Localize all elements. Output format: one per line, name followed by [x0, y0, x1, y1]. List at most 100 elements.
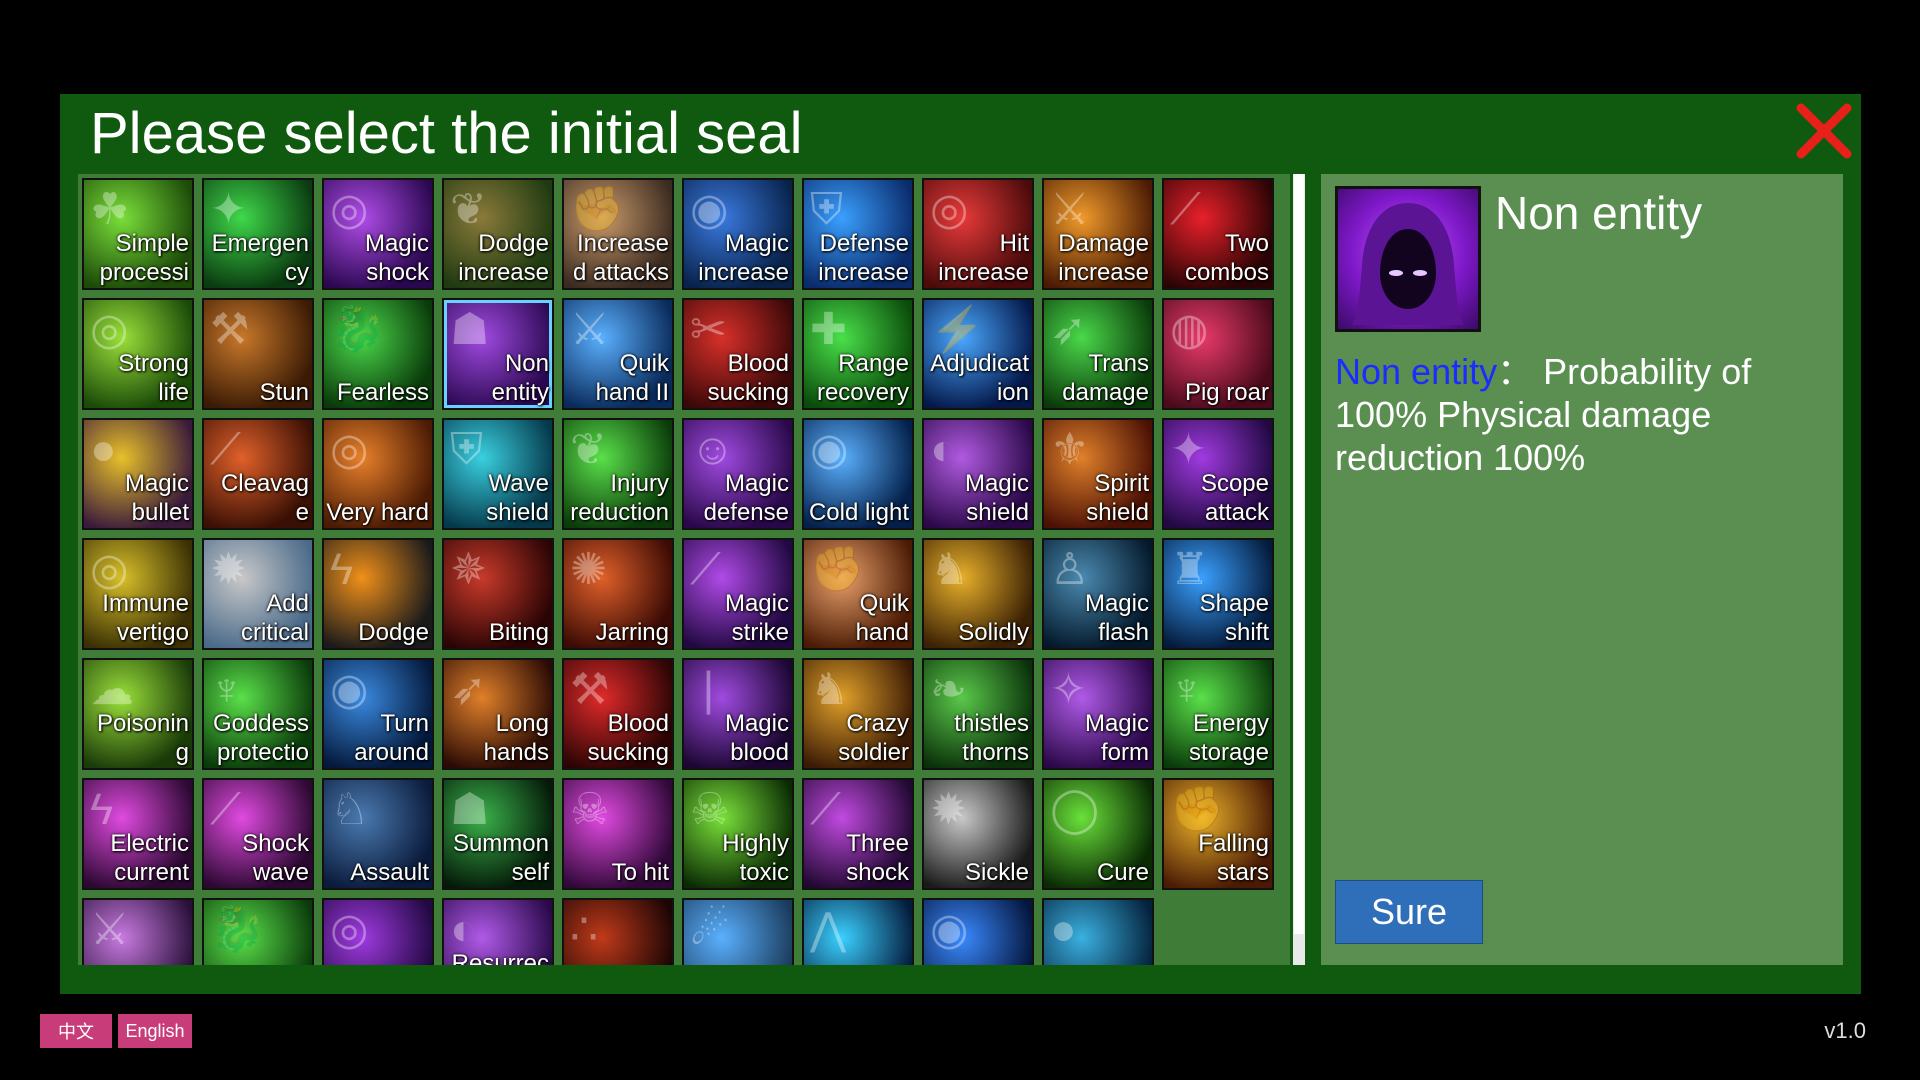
- skill-tile[interactable]: ◉ Cold light: [802, 418, 914, 530]
- skill-tile[interactable]: ♆ Goddess protectio: [202, 658, 314, 770]
- skill-label: Pig roar: [1184, 379, 1269, 406]
- skill-icon: ♆: [210, 665, 243, 714]
- skill-label: Stun: [259, 379, 309, 406]
- skill-tile[interactable]: ❧ thistles thorns: [922, 658, 1034, 770]
- skill-tile[interactable]: ⛨ Wave shield: [442, 418, 554, 530]
- skill-tile[interactable]: ϟ Dodge: [322, 538, 434, 650]
- skill-tile[interactable]: ⟋ Shock wave: [202, 778, 314, 890]
- skill-grid-scrollview[interactable]: ☘ Simple processi ✦ Emergen cy ◎ Magic shock ❦…: [78, 174, 1290, 965]
- skill-tile[interactable]: ✊ Quik hand: [802, 538, 914, 650]
- skill-icon: ⟋: [690, 545, 721, 594]
- skill-tile[interactable]: ◎Counter: [322, 898, 434, 965]
- skill-tile[interactable]: ◉ Magic increase: [682, 178, 794, 290]
- skill-tile[interactable]: ⋀: [802, 898, 914, 965]
- skill-tile[interactable]: ⟋ Cleavag e: [202, 418, 314, 530]
- skill-icon: ☘: [90, 185, 130, 234]
- skill-label: Dodge: [358, 619, 429, 646]
- skill-icon: ➶: [1050, 305, 1087, 354]
- skill-tile[interactable]: 🐉 Fearless: [322, 298, 434, 410]
- skill-tile[interactable]: ◐Resurrection: [442, 898, 554, 965]
- skill-tile[interactable]: ♙ Magic flash: [1042, 538, 1154, 650]
- skill-tile[interactable]: ☗ Summon self: [442, 778, 554, 890]
- skill-tile[interactable]: ◐ Magic shield: [922, 418, 1034, 530]
- skill-tile[interactable]: ◎ Very hard: [322, 418, 434, 530]
- language-english-button[interactable]: English: [118, 1014, 192, 1048]
- skill-tile[interactable]: ◍ Pig roar: [1162, 298, 1274, 410]
- skill-label: Cure: [1096, 859, 1149, 886]
- skill-icon: ☺: [690, 425, 735, 474]
- skill-tile[interactable]: 🐉Strong: [202, 898, 314, 965]
- skill-icon: 🐉: [330, 305, 385, 354]
- skill-tile[interactable]: ⚔Poison: [82, 898, 194, 965]
- skill-tile[interactable]: ☗ Non entity: [442, 298, 554, 410]
- skill-label: Magic shield: [964, 470, 1029, 526]
- skill-tile[interactable]: ❦ Dodge increase: [442, 178, 554, 290]
- skill-tile[interactable]: ♞ Solidly: [922, 538, 1034, 650]
- skill-tile[interactable]: ◉Angel: [922, 898, 1034, 965]
- version-label: v1.0: [1824, 1018, 1866, 1043]
- skill-tile[interactable]: ✊ Increase d attacks: [562, 178, 674, 290]
- skill-tile[interactable]: ◎ Strong life: [82, 298, 194, 410]
- skill-tile[interactable]: ☠ Highly toxic: [682, 778, 794, 890]
- skill-tile[interactable]: ◎ Immune vertigo: [82, 538, 194, 650]
- language-chinese-button[interactable]: 中文: [40, 1014, 112, 1048]
- skill-label: Resurrection: [451, 950, 549, 965]
- skill-tile[interactable]: ❦ Injury reduction: [562, 418, 674, 530]
- skill-tile[interactable]: ➶ Long hands: [442, 658, 554, 770]
- skill-tile[interactable]: ✦ Emergen cy: [202, 178, 314, 290]
- skill-tile[interactable]: ☺ Magic defense: [682, 418, 794, 530]
- close-icon[interactable]: [1793, 100, 1855, 162]
- skill-icon: ⚔: [570, 305, 610, 354]
- skill-tile[interactable]: ⚒ Blood sucking: [562, 658, 674, 770]
- skill-tile[interactable]: ⚒ Stun: [202, 298, 314, 410]
- skill-tile[interactable]: ✵ Biting: [442, 538, 554, 650]
- skill-tile[interactable]: ✊ Falling stars: [1162, 778, 1274, 890]
- skill-tile[interactable]: ✚ Range recovery: [802, 298, 914, 410]
- skill-tile[interactable]: ●Water: [1042, 898, 1154, 965]
- skill-tile[interactable]: ✹ Add critical: [202, 538, 314, 650]
- skill-tile[interactable]: ◯ Cure: [1042, 778, 1154, 890]
- skill-tile[interactable]: ⚔ Damage increase: [1042, 178, 1154, 290]
- skill-tile[interactable]: ⟋ Three shock: [802, 778, 914, 890]
- skill-tile[interactable]: ➶ Trans damage: [1042, 298, 1154, 410]
- skill-label: Magic strike: [724, 590, 789, 646]
- seal-select-dialog: Please select the initial seal ☘ Simple p…: [60, 94, 1861, 994]
- skill-tile[interactable]: ⚡ Adjudicat ion: [922, 298, 1034, 410]
- skill-tile[interactable]: ✧ Magic form: [1042, 658, 1154, 770]
- skill-icon: ♞: [930, 545, 970, 594]
- skill-tile[interactable]: ⟋ Magic strike: [682, 538, 794, 650]
- skill-tile[interactable]: ⚔ Quik hand II: [562, 298, 674, 410]
- skill-icon: ♘: [330, 785, 370, 834]
- skill-icon: ⟋: [210, 785, 241, 834]
- skill-tile[interactable]: ⚜ Spirit shield: [1042, 418, 1154, 530]
- skill-tile[interactable]: ❘ Magic blood: [682, 658, 794, 770]
- skill-tile[interactable]: ✹ Sickle: [922, 778, 1034, 890]
- skill-tile[interactable]: ✺ Jarring: [562, 538, 674, 650]
- skill-tile[interactable]: ♜ Shape shift: [1162, 538, 1274, 650]
- skill-tile[interactable]: ⛨ Defense increase: [802, 178, 914, 290]
- sure-button[interactable]: Sure: [1335, 880, 1483, 944]
- skill-label: Simple processi: [99, 230, 189, 286]
- skill-tile[interactable]: ∴: [562, 898, 674, 965]
- scrollbar-thumb[interactable]: [1294, 174, 1304, 934]
- skill-tile[interactable]: ☁ Poisonin g: [82, 658, 194, 770]
- skill-tile[interactable]: ☄Counters: [682, 898, 794, 965]
- skill-tile[interactable]: ⟋ Two combos: [1162, 178, 1274, 290]
- skill-tile[interactable]: ✦ Scope attack: [1162, 418, 1274, 530]
- skill-tile[interactable]: ♆ Energy storage: [1162, 658, 1274, 770]
- skill-detail-panel: Non entity Non entity： Probability of 10…: [1321, 174, 1843, 965]
- skill-tile[interactable]: ✂ Blood sucking: [682, 298, 794, 410]
- skill-tile[interactable]: ♘ Assault: [322, 778, 434, 890]
- skill-tile[interactable]: ● Magic bullet: [82, 418, 194, 530]
- skill-label: Blood sucking: [587, 710, 669, 766]
- skill-tile[interactable]: ☘ Simple processi: [82, 178, 194, 290]
- skill-icon: ✊: [570, 185, 625, 234]
- skill-tile[interactable]: ◎ Hit increase: [922, 178, 1034, 290]
- skill-tile[interactable]: ♞ Crazy soldier: [802, 658, 914, 770]
- skill-icon: ⚔: [90, 905, 130, 954]
- skill-tile[interactable]: ◉ Turn around: [322, 658, 434, 770]
- skill-label: Wave shield: [486, 470, 549, 526]
- skill-tile[interactable]: ϟ Electric current: [82, 778, 194, 890]
- skill-tile[interactable]: ◎ Magic shock: [322, 178, 434, 290]
- skill-tile[interactable]: ☠ To hit: [562, 778, 674, 890]
